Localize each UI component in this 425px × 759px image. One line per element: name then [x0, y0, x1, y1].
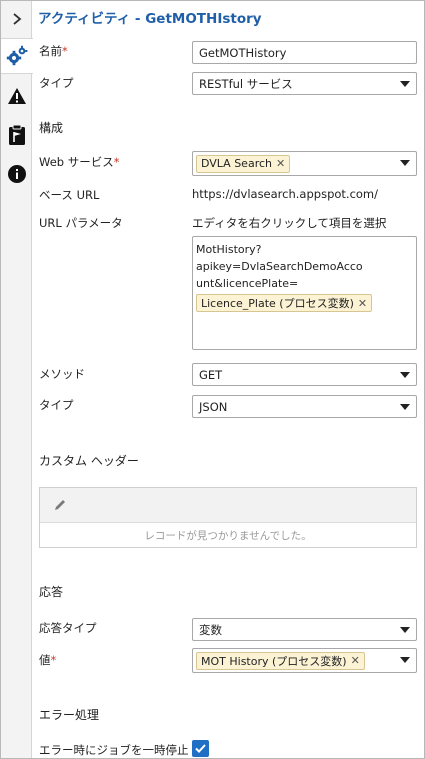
webservice-chip: DVLA Search ✕ [196, 154, 291, 173]
no-records-text: レコードが見つかりませんでした。 [144, 529, 312, 542]
value-chip: MOT History (プロセス変数) ✕ [196, 651, 365, 670]
method-select[interactable]: GET [192, 363, 417, 386]
urlparam-hint: エディタを右クリックして項目を選択 [192, 216, 387, 230]
remove-chip-icon[interactable]: ✕ [351, 654, 360, 667]
sidebar [1, 1, 33, 758]
value-label: 値* [39, 653, 57, 667]
value-select[interactable]: MOT History (プロセス変数) ✕ [192, 648, 417, 673]
collapse-button[interactable] [1, 1, 32, 37]
pause-on-error-label: エラー時にジョブを一時停止 [39, 743, 189, 757]
required-marker: * [113, 155, 120, 169]
type-label: タイプ [39, 76, 74, 90]
response-type-label: 応答タイプ [39, 621, 97, 635]
urlparam-line: MotHistory?apikey=DvlaSearchDemoAcco [196, 243, 363, 273]
urlparam-line: unt&licencePlate= [196, 277, 299, 290]
chevron-down-icon [400, 372, 410, 378]
response-section-heading: 応答 [39, 585, 64, 599]
checkmark-icon [195, 744, 206, 753]
settings-tab[interactable] [1, 38, 33, 74]
chevron-down-icon [400, 160, 410, 166]
chevron-down-icon [400, 627, 410, 633]
warning-icon [7, 88, 26, 104]
webservice-label: Web サービス* [39, 155, 120, 169]
clipboard-flag-icon [8, 124, 25, 145]
baseurl-value: https://dvlasearch.appspot.com/ [192, 187, 378, 201]
format-label: タイプ [39, 398, 74, 412]
grid-toolbar [40, 488, 416, 523]
info-icon [7, 165, 26, 183]
custom-header-section-heading: カスタム ヘッダー [39, 454, 139, 468]
page-title: アクティビティ - GetMOTHIstory [38, 11, 262, 27]
urlparam-label: URL パラメータ [39, 216, 123, 230]
pause-on-error-checkbox[interactable] [192, 740, 209, 757]
format-select[interactable]: JSON [192, 395, 417, 418]
custom-header-grid: レコードが見つかりませんでした。 [39, 487, 417, 548]
error-section-heading: エラー処理 [39, 708, 100, 722]
config-section-heading: 構成 [39, 121, 64, 135]
chevron-down-icon [400, 657, 410, 663]
remove-chip-icon[interactable]: ✕ [276, 157, 285, 170]
response-type-select[interactable]: 変数 [192, 618, 417, 641]
chevron-down-icon [400, 404, 410, 410]
urlparam-chip: Licence_Plate (プロセス変数) ✕ [196, 294, 373, 312]
webservice-select[interactable]: DVLA Search ✕ [192, 151, 417, 176]
name-label: 名前* [39, 44, 68, 58]
chevron-down-icon [400, 81, 410, 87]
name-input[interactable]: GetMOTHistory [192, 41, 417, 64]
remove-chip-icon[interactable]: ✕ [358, 295, 367, 312]
clipboard-tab[interactable] [1, 117, 32, 153]
info-tab[interactable] [1, 156, 32, 192]
method-label: メソッド [39, 367, 85, 381]
edit-icon[interactable] [53, 498, 67, 512]
type-select[interactable]: RESTful サービス [192, 72, 417, 95]
required-marker: * [50, 653, 57, 667]
baseurl-label: ベース URL [39, 188, 100, 202]
chevron-right-icon [12, 13, 21, 25]
gears-icon [6, 45, 28, 66]
warnings-tab[interactable] [1, 78, 32, 114]
urlparam-editor[interactable]: MotHistory?apikey=DvlaSearchDemoAcco unt… [192, 236, 417, 350]
required-marker: * [62, 44, 68, 58]
